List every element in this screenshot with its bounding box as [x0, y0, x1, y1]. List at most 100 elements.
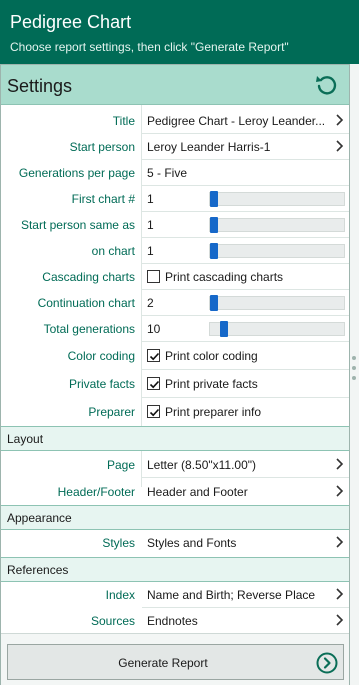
index-label: Index [105, 588, 135, 602]
first-chart-value: 1 [147, 192, 154, 206]
settings-header: Settings [1, 65, 349, 105]
references-section-header[interactable]: References [1, 557, 349, 582]
preparer-checkbox[interactable] [147, 405, 160, 418]
start-same-as-row: Start person same as 1 [1, 212, 349, 238]
continuation-slider[interactable] [209, 295, 345, 311]
sources-row[interactable]: Sources Endnotes [1, 608, 349, 634]
slider-thumb[interactable] [210, 217, 218, 233]
divider [142, 477, 349, 478]
preparer-option-label[interactable]: Print preparer info [165, 405, 261, 419]
first-chart-slider[interactable] [209, 191, 345, 207]
header-footer-value[interactable]: Header and Footer [147, 485, 248, 499]
divider [142, 397, 349, 398]
generate-report-button[interactable]: Generate Report [7, 644, 344, 680]
total-generations-row: Total generations 10 [1, 316, 349, 342]
continuation-label: Continuation chart [37, 296, 135, 310]
chevron-right-icon[interactable] [334, 613, 344, 627]
index-row[interactable]: Index Name and Birth; Reverse Place [1, 582, 349, 608]
sources-label: Sources [90, 614, 135, 628]
on-chart-value: 1 [147, 244, 154, 258]
start-same-as-slider[interactable] [209, 217, 345, 233]
page-value[interactable]: Letter (8.50"x11.00") [147, 458, 256, 472]
start-person-row[interactable]: Start person Leroy Leander Harris-1 [1, 134, 349, 160]
styles-label: Styles [102, 536, 135, 550]
on-chart-label: on chart [91, 244, 135, 258]
index-value[interactable]: Name and Birth; Reverse Place [147, 588, 315, 602]
page-label: Page [106, 458, 135, 472]
grip-dot [352, 366, 356, 370]
panel-resize-handle[interactable] [350, 64, 359, 685]
checkmark-icon [149, 380, 160, 389]
grip-dot [352, 356, 356, 360]
settings-heading: Settings [7, 76, 73, 96]
slider-thumb[interactable] [220, 321, 228, 337]
continuation-value: 2 [147, 296, 154, 310]
cascading-option-label[interactable]: Print cascading charts [165, 270, 283, 284]
layout-heading: Layout [7, 432, 44, 446]
chevron-right-icon[interactable] [334, 113, 344, 127]
start-person-label: Start person [69, 140, 135, 154]
references-heading: References [7, 563, 69, 577]
private-facts-label: Private facts [68, 377, 135, 391]
panel-footer: Generate Report [1, 633, 349, 685]
chevron-right-icon[interactable] [334, 484, 344, 498]
slider-thumb[interactable] [210, 191, 218, 207]
styles-value[interactable]: Styles and Fonts [147, 536, 236, 550]
generations-label: Generations per page [18, 166, 135, 180]
cascading-checkbox[interactable] [147, 270, 160, 283]
appearance-section-header[interactable]: Appearance [1, 505, 349, 530]
chevron-right-icon[interactable] [334, 535, 344, 549]
arrow-right-circle-icon [316, 652, 338, 674]
start-same-as-label: Start person same as [20, 218, 135, 232]
private-facts-option-label[interactable]: Print private facts [165, 377, 258, 391]
generate-report-label: Generate Report [118, 656, 208, 670]
grip-dot [352, 376, 356, 380]
total-generations-value: 10 [147, 322, 161, 336]
cascading-row: Cascading charts Print cascading charts [1, 264, 349, 290]
private-facts-checkbox[interactable] [147, 377, 160, 390]
start-person-value[interactable]: Leroy Leander Harris-1 [147, 140, 270, 154]
preparer-label: Preparer [88, 405, 135, 419]
layout-section-header[interactable]: Layout [1, 426, 349, 451]
on-chart-row: on chart 1 [1, 238, 349, 264]
continuation-row: Continuation chart 2 [1, 290, 349, 316]
color-coding-label: Color coding [67, 349, 135, 363]
styles-row[interactable]: Styles Styles and Fonts [1, 530, 349, 556]
title-row[interactable]: Title Pedigree Chart - Leroy Leander... [1, 108, 349, 134]
generations-row[interactable]: Generations per page 5 - Five [1, 160, 349, 186]
header-footer-row[interactable]: Header/Footer Header and Footer [1, 479, 349, 505]
chevron-right-icon[interactable] [334, 457, 344, 471]
title-label: Title [112, 114, 135, 128]
on-chart-slider[interactable] [209, 243, 345, 259]
cascading-label: Cascading charts [42, 270, 135, 284]
color-coding-option-label[interactable]: Print color coding [165, 349, 258, 363]
reset-icon[interactable] [314, 72, 340, 98]
color-coding-checkbox[interactable] [147, 349, 160, 362]
slider-thumb[interactable] [210, 295, 218, 311]
appearance-heading: Appearance [7, 511, 72, 525]
color-coding-row: Color coding Print color coding [1, 343, 349, 369]
divider [142, 341, 349, 342]
first-chart-row: First chart # 1 [1, 186, 349, 212]
generations-value[interactable]: 5 - Five [147, 166, 187, 180]
chevron-right-icon[interactable] [334, 139, 344, 153]
sources-value[interactable]: Endnotes [147, 614, 198, 628]
header-footer-label: Header/Footer [57, 485, 135, 499]
report-header: Pedigree Chart Choose report settings, t… [0, 0, 359, 64]
private-facts-row: Private facts Print private facts [1, 371, 349, 397]
checkmark-icon [149, 408, 160, 417]
report-subtitle: Choose report settings, then click "Gene… [10, 40, 289, 54]
report-title: Pedigree Chart [10, 12, 132, 32]
start-same-as-value: 1 [147, 218, 154, 232]
settings-panel: Settings Title Pedigree Chart - Leroy Le… [0, 64, 350, 685]
total-generations-label: Total generations [43, 322, 135, 336]
checkmark-icon [149, 352, 160, 361]
first-chart-label: First chart # [71, 192, 135, 206]
chevron-right-icon[interactable] [334, 587, 344, 601]
page-row[interactable]: Page Letter (8.50"x11.00") [1, 452, 349, 478]
slider-thumb[interactable] [210, 243, 218, 259]
preparer-row: Preparer Print preparer info [1, 399, 349, 425]
divider [142, 369, 349, 370]
total-generations-slider[interactable] [209, 321, 345, 337]
title-value[interactable]: Pedigree Chart - Leroy Leander... [147, 114, 325, 128]
